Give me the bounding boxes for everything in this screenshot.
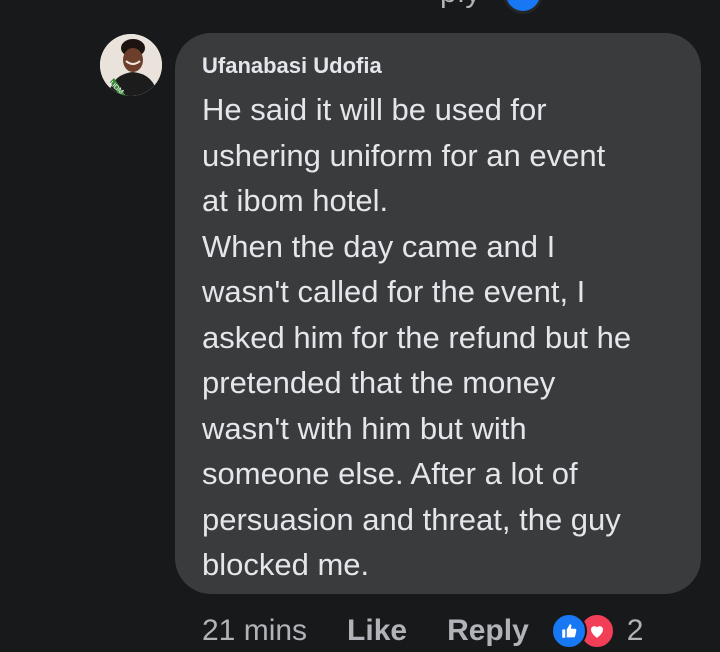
comment-text: He said it will be used for ushering uni… (202, 92, 632, 582)
comment-bubble: Ufanabasi Udofia He said it will be used… (175, 33, 701, 594)
avatar-image: UDM (100, 34, 162, 96)
reactions-summary[interactable]: 2 (550, 613, 644, 649)
avatar[interactable]: UDM (100, 34, 162, 96)
previous-reply-link-fragment[interactable]: ply (440, 0, 481, 10)
comment-author[interactable]: Ufanabasi Udofia (202, 51, 681, 81)
previous-reaction-badge (503, 0, 544, 14)
previous-comment-actions-fragment: ply (440, 0, 544, 14)
like-icon (550, 613, 587, 649)
comment-actions: 21 mins Like Reply 2 (202, 610, 643, 652)
reaction-count: 2 (626, 614, 644, 647)
like-button[interactable]: Like (347, 614, 407, 648)
comment-timestamp[interactable]: 21 mins (202, 614, 307, 648)
reply-button[interactable]: Reply (447, 614, 529, 648)
